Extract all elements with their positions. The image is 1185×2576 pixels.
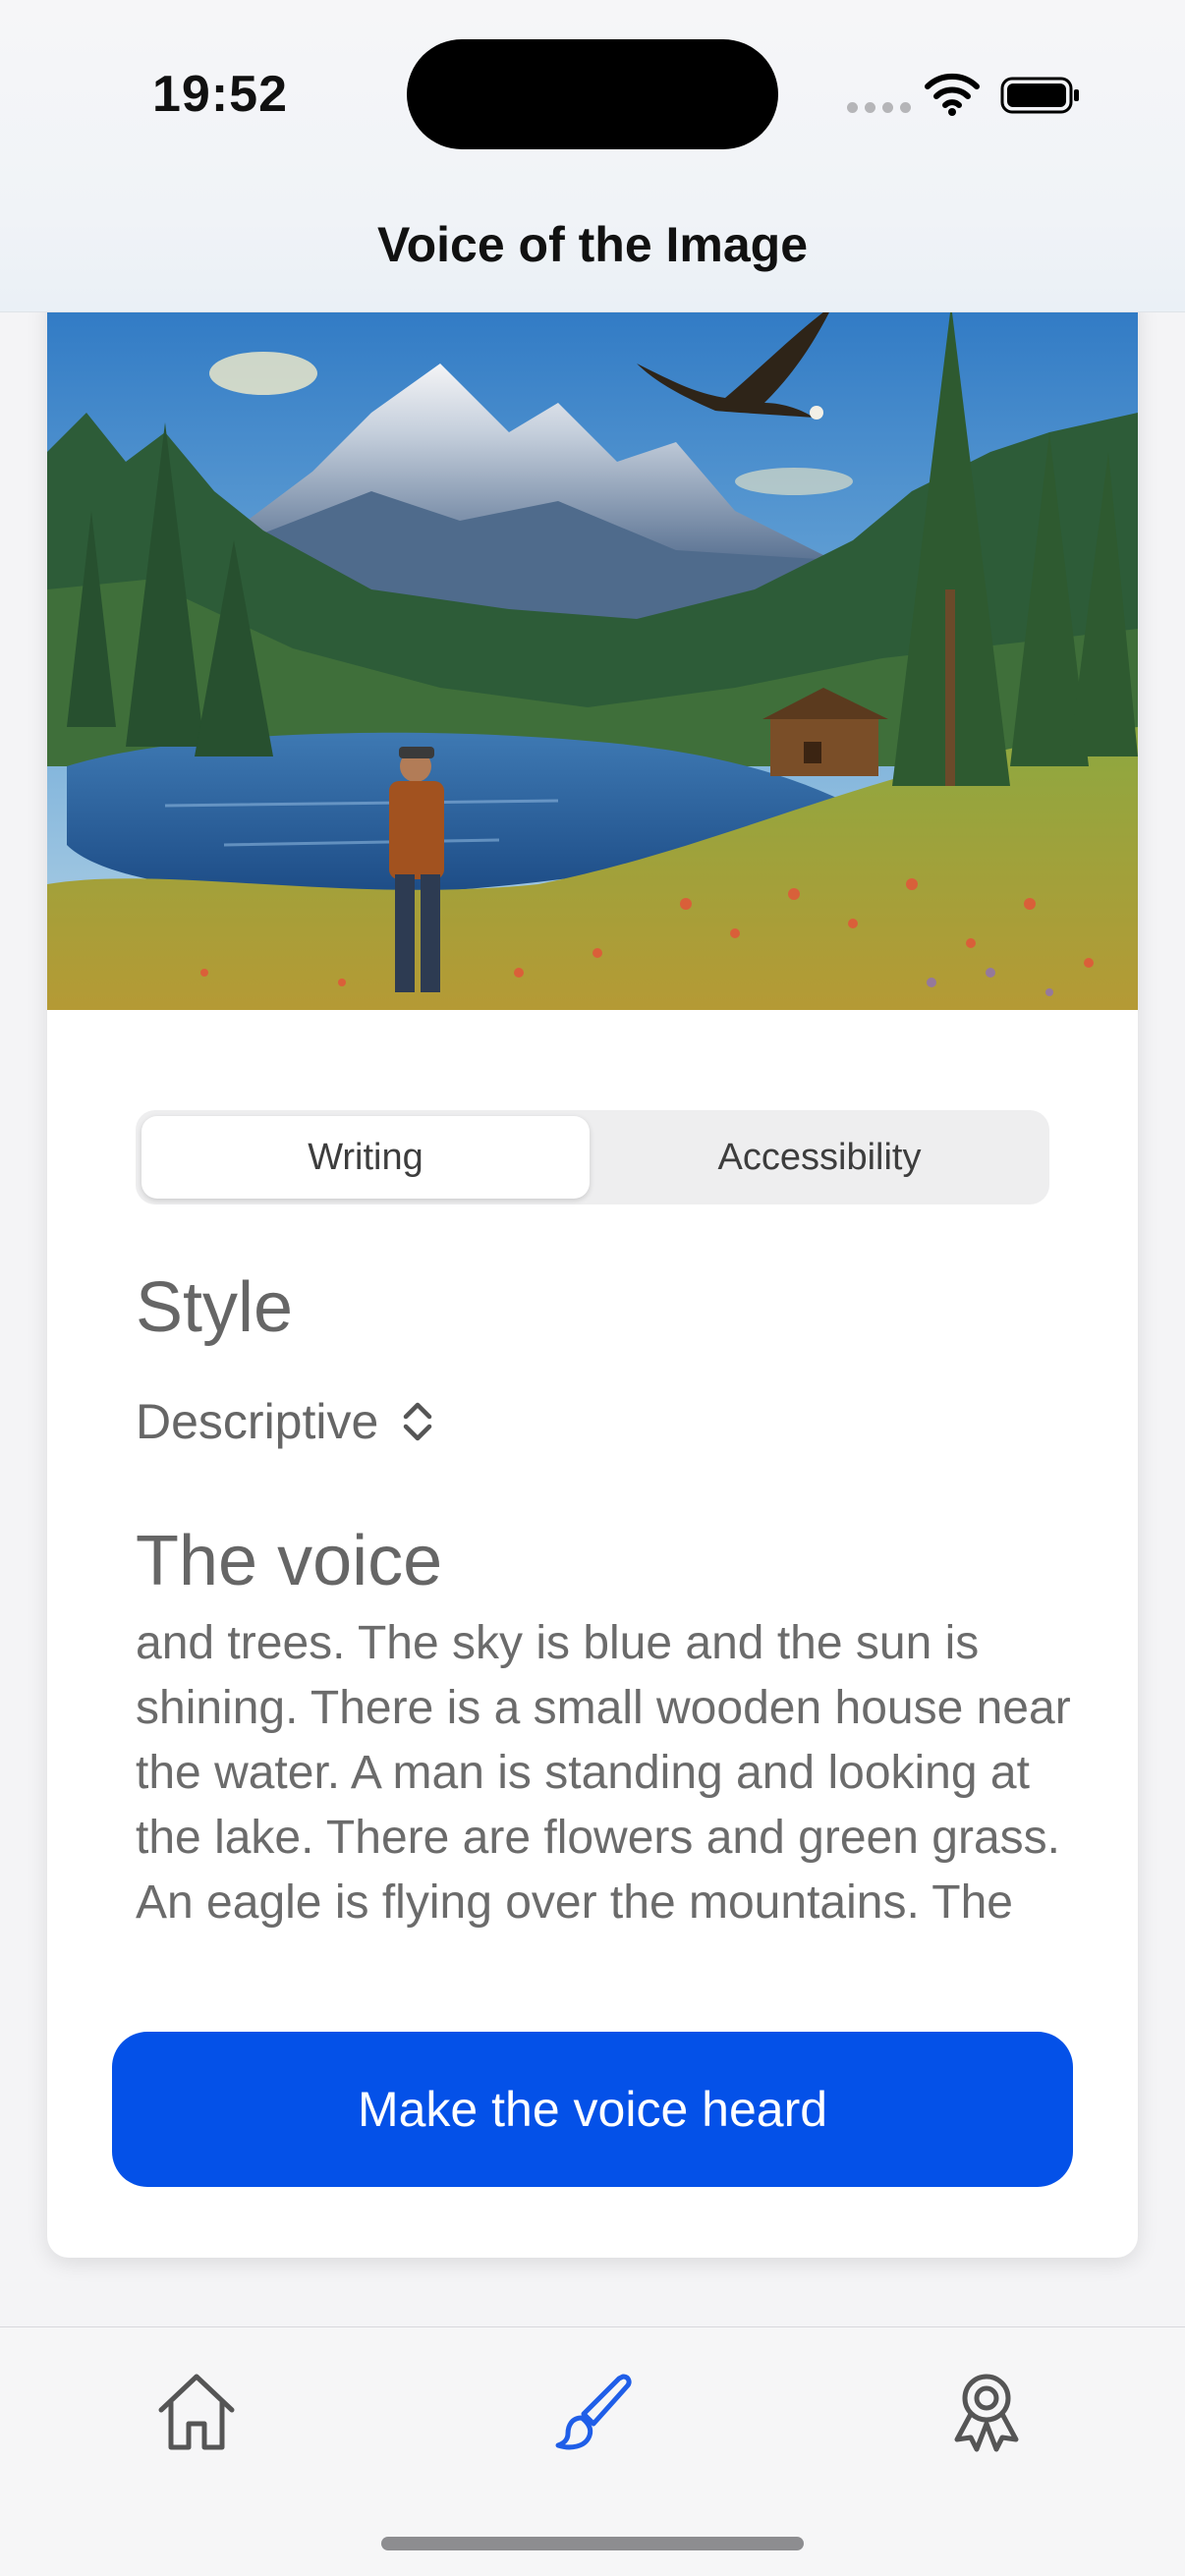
make-voice-heard-button[interactable]: Make the voice heard: [112, 2032, 1073, 2187]
home-indicator[interactable]: [381, 2537, 804, 2550]
tab-accessibility[interactable]: Accessibility: [595, 1116, 1044, 1199]
award-icon: [954, 2374, 1019, 2452]
page-title: Voice of the Image: [376, 217, 809, 272]
style-heading: Style: [136, 1268, 294, 1347]
chevron-up-down-icon: [404, 1402, 432, 1441]
tab-write[interactable]: [546, 2365, 641, 2459]
voice-heading: The voice: [136, 1522, 443, 1600]
hero-image: [47, 295, 1138, 1010]
app-screen: Writing Accessibility Style Descriptive …: [0, 0, 1185, 2576]
battery-icon: [1000, 77, 1079, 114]
cellular-signal-icon: [847, 102, 911, 113]
tab-achievements[interactable]: [939, 2365, 1034, 2459]
home-icon: [158, 2374, 235, 2450]
content-card: Writing Accessibility Style Descriptive …: [47, 295, 1138, 2258]
wifi-icon: [925, 73, 980, 116]
mode-segmented-control: Writing Accessibility: [136, 1110, 1049, 1204]
paintbrush-icon: [555, 2374, 632, 2450]
style-picker-value: Descriptive: [136, 1394, 379, 1449]
tab-home[interactable]: [149, 2365, 244, 2459]
dynamic-island: [407, 39, 778, 149]
status-time: 19:52: [152, 66, 288, 123]
voice-text-scroll[interactable]: and trees. The sky is blue and the sun i…: [136, 1611, 1079, 1935]
style-picker[interactable]: Descriptive: [136, 1393, 435, 1450]
tab-writing[interactable]: Writing: [141, 1116, 590, 1199]
navigation-bar: 19:52 Voice of the Image: [0, 0, 1185, 312]
